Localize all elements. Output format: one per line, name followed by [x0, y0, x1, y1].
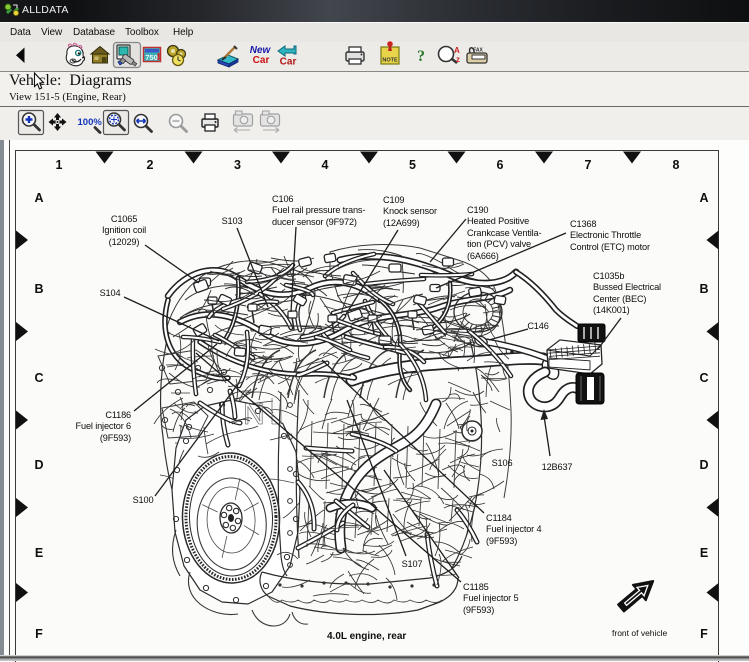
- svg-text:FAX: FAX: [473, 48, 483, 54]
- svg-text:z: z: [456, 55, 460, 64]
- svg-text:Car: Car: [280, 57, 297, 68]
- svg-text:100%: 100%: [78, 117, 103, 128]
- svg-text:?: ?: [417, 48, 425, 65]
- svg-text:N: N: [243, 398, 268, 431]
- svg-text:Car: Car: [253, 55, 270, 66]
- svg-text:A: A: [454, 46, 460, 55]
- svg-text:750: 750: [145, 53, 158, 62]
- svg-text:NOTE: NOTE: [382, 58, 398, 64]
